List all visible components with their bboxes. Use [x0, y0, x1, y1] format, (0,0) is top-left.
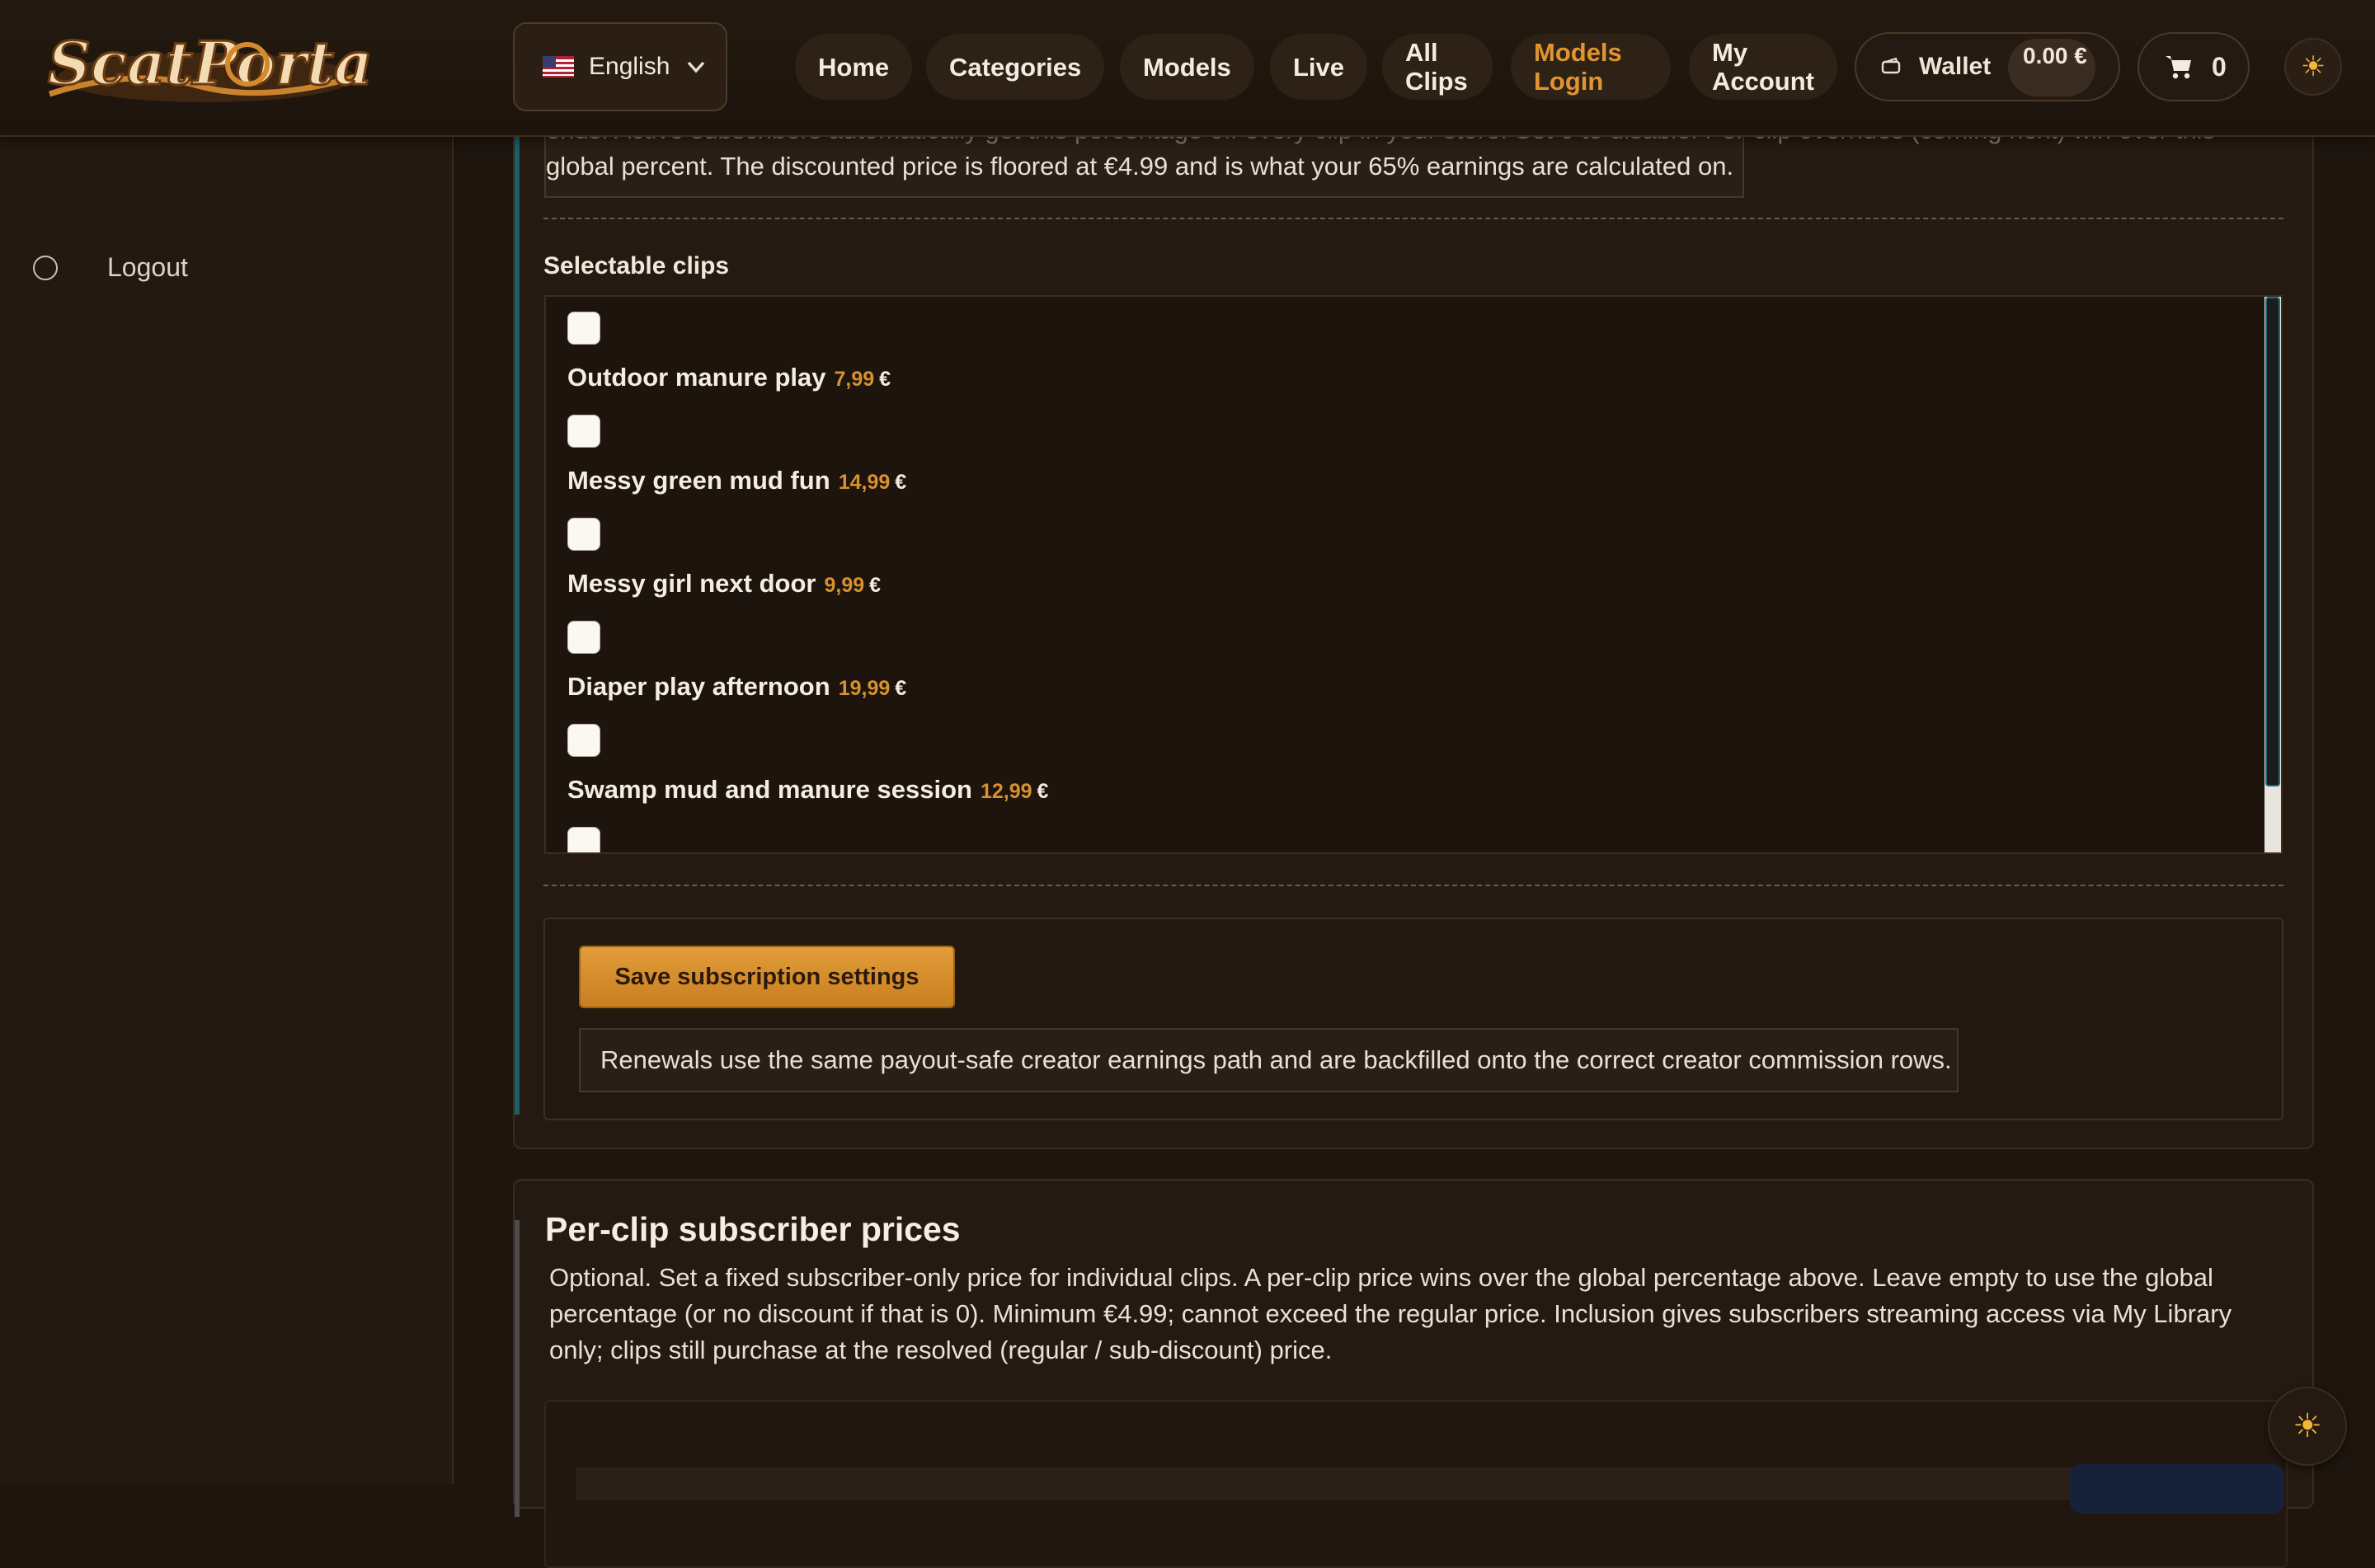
- list-item: Swamp mud and manure session 12,99 €: [567, 724, 1048, 804]
- wallet-label: Wallet: [1919, 53, 1992, 80]
- nav-home[interactable]: Home: [795, 34, 913, 100]
- action-button[interactable]: [2070, 1464, 2284, 1514]
- section-title: Per-clip subscriber prices: [545, 1210, 961, 1248]
- site-header: ScatPortal English Home Categories Model…: [0, 0, 2375, 137]
- clip-price: 9,99: [824, 574, 865, 597]
- nav-models-login[interactable]: Models Login: [1511, 34, 1671, 100]
- floating-theme-toggle-button[interactable]: ☀: [2268, 1387, 2347, 1466]
- per-clip-prices-card: Per-clip subscriber prices Optional. Set…: [513, 1179, 2314, 1568]
- cart-button[interactable]: 0: [2138, 32, 2250, 101]
- list-item: Outdoor manure play 7,99 €: [567, 312, 891, 392]
- sun-icon: ☀: [2293, 1408, 2322, 1444]
- clip-name: Outdoor manure play: [567, 363, 826, 392]
- renewals-note: Renewals use the same payout-safe creato…: [579, 1028, 1959, 1092]
- discount-help-text-body: global percent. The discounted price is …: [546, 152, 1734, 181]
- list-item: Messy green mud fun 14,99 €: [567, 415, 906, 495]
- clip-price: 14,99: [838, 471, 891, 494]
- logout-icon: [33, 255, 58, 280]
- clip-checkbox[interactable]: [567, 724, 600, 757]
- clip-currency: €: [895, 471, 907, 494]
- sidebar: Logout: [0, 135, 454, 1484]
- clip-price: 12,99: [980, 780, 1032, 803]
- clip-checkbox[interactable]: [567, 312, 600, 345]
- sidebar-item-logout[interactable]: Logout: [33, 252, 188, 283]
- divider: [543, 885, 2283, 886]
- selectable-clips-list[interactable]: Outdoor manure play 7,99 € Messy green mud…: [544, 295, 2283, 854]
- clip-checkbox[interactable]: [567, 827, 600, 852]
- wallet-balance: 0.00 €: [2008, 39, 2095, 96]
- clip-price: 7,99: [834, 368, 875, 391]
- save-subscription-settings-button[interactable]: Save subscription settings: [579, 946, 955, 1008]
- wallet-button[interactable]: Wallet 0.00 €: [1855, 32, 2120, 101]
- selectable-clips-label: Selectable clips: [543, 252, 730, 279]
- cart-icon: [2166, 56, 2191, 79]
- clip-name: Diaper play afternoon: [567, 672, 830, 701]
- clip-price: 19,99: [838, 677, 891, 700]
- list-item: Diaper play afternoon 19,99 €: [567, 621, 906, 701]
- clip-checkbox[interactable]: [567, 415, 600, 448]
- card-accent-bar: [515, 1220, 520, 1517]
- clip-currency: €: [895, 677, 907, 700]
- wallet-icon: [1881, 58, 1901, 74]
- clip-checkbox[interactable]: [567, 518, 600, 551]
- svg-text:ScatPortal: ScatPortal: [48, 28, 371, 98]
- clip-checkbox[interactable]: [567, 621, 600, 654]
- cart-count: 0: [2212, 51, 2227, 82]
- nav-live[interactable]: Live: [1270, 34, 1368, 100]
- clip-currency: €: [879, 368, 891, 391]
- clip-name: Messy girl next door: [567, 569, 816, 598]
- section-description: Optional. Set a fixed subscriber-only pr…: [549, 1263, 2232, 1364]
- theme-toggle-button[interactable]: ☀: [2284, 38, 2342, 96]
- clip-currency: €: [1037, 780, 1049, 803]
- site-logo[interactable]: ScatPortal: [33, 18, 371, 115]
- chevron-down-icon: [687, 61, 705, 73]
- card-accent-bar: [515, 68, 520, 1115]
- nav-all-clips[interactable]: All Clips: [1382, 34, 1493, 100]
- scrollbar-thumb[interactable]: [2265, 297, 2280, 786]
- clip-name: Messy green mud fun: [567, 466, 830, 495]
- table-header-row: [576, 1467, 2225, 1500]
- sidebar-item-label: Logout: [107, 252, 188, 282]
- nav-my-account[interactable]: My Account: [1689, 34, 1837, 100]
- clip-name: Swamp mud and manure session: [567, 775, 972, 804]
- language-label: English: [589, 53, 670, 80]
- nav-models[interactable]: Models: [1120, 34, 1254, 100]
- list-item-partial: [567, 827, 600, 852]
- sun-icon: ☀: [2300, 51, 2326, 82]
- clip-currency: €: [869, 574, 882, 597]
- save-settings-panel: Save subscription settings Renewals use …: [543, 918, 2283, 1120]
- list-item: Messy girl next door 9,99 €: [567, 518, 881, 598]
- nav-categories[interactable]: Categories: [926, 34, 1105, 100]
- clip-list-scrollbar[interactable]: [2264, 297, 2281, 852]
- per-clip-table-panel: [544, 1400, 2288, 1568]
- us-flag-icon: [543, 56, 574, 77]
- language-selector[interactable]: English: [513, 22, 727, 111]
- divider: [543, 218, 2283, 219]
